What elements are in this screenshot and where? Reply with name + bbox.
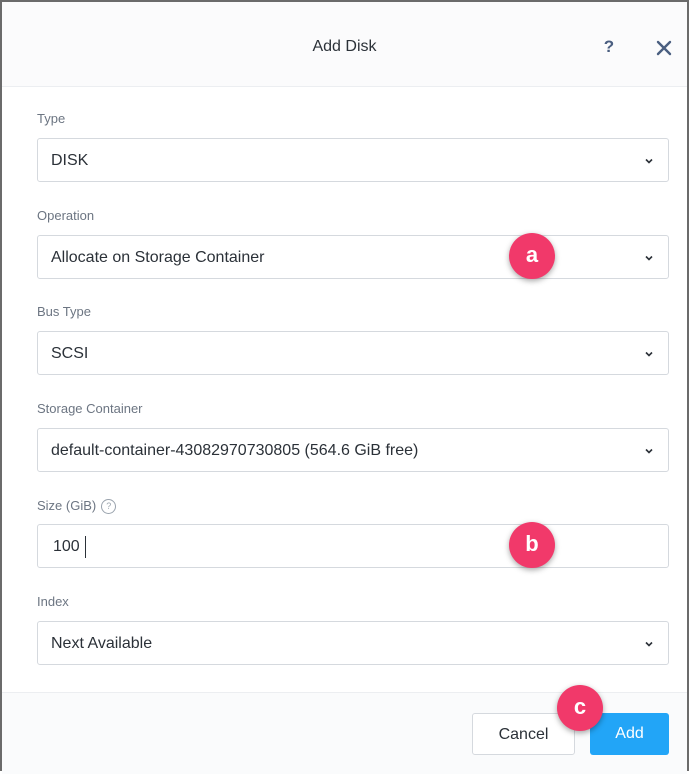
dialog-header: Add Disk ? [2, 2, 687, 87]
size-input[interactable]: 100 [37, 524, 669, 568]
type-label: Type [37, 111, 66, 126]
operation-value: Allocate on Storage Container [51, 249, 265, 266]
chevron-down-icon [645, 448, 653, 454]
storage-container-value: default-container-43082970730805 (564.6 … [51, 442, 419, 459]
operation-label: Operation [37, 208, 95, 223]
add-disk-dialog: Add Disk ? Type DISK Operation Allocate … [0, 0, 689, 774]
index-label: Index [37, 594, 69, 609]
storage-container-select[interactable]: default-container-43082970730805 (564.6 … [37, 428, 669, 472]
dialog-title: Add Disk [312, 38, 377, 55]
size-value: 100 [53, 538, 80, 555]
size-label: Size (GiB)? [37, 498, 117, 515]
index-value: Next Available [51, 635, 153, 652]
storage-container-label: Storage Container [37, 401, 143, 416]
chevron-down-icon [645, 351, 653, 357]
chevron-down-icon [645, 158, 653, 164]
type-select[interactable]: DISK [37, 138, 669, 182]
type-value: DISK [51, 152, 89, 169]
operation-select[interactable]: Allocate on Storage Container [37, 235, 669, 279]
index-select[interactable]: Next Available [37, 621, 669, 665]
chevron-down-icon [645, 641, 653, 647]
close-icon[interactable] [654, 38, 674, 58]
info-icon[interactable]: ? [101, 499, 117, 515]
annotation-marker-c: c [557, 685, 603, 731]
chevron-down-icon [645, 255, 653, 261]
bus-type-select[interactable]: SCSI [37, 331, 669, 375]
size-label-text: Size (GiB) [37, 498, 97, 513]
help-icon[interactable]: ? [599, 37, 619, 59]
annotation-marker-b: b [509, 522, 555, 568]
text-cursor [85, 536, 86, 558]
bus-type-label: Bus Type [37, 304, 91, 319]
bus-type-value: SCSI [51, 345, 89, 362]
add-button[interactable]: Add [590, 713, 669, 755]
annotation-marker-a: a [509, 233, 555, 279]
